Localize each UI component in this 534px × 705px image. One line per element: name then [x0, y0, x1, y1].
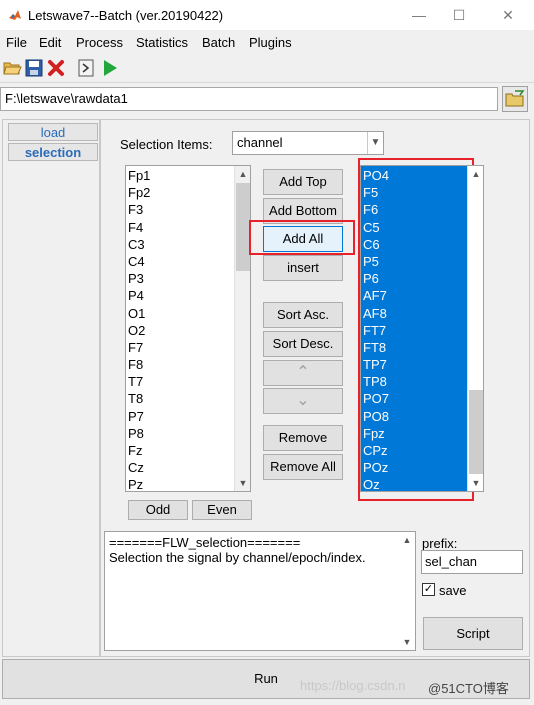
- list-item[interactable]: Fpz: [361, 424, 483, 442]
- move-up-button[interactable]: ⌃: [263, 360, 343, 386]
- available-list-scrollbar[interactable]: ▲ ▼: [234, 166, 250, 491]
- save-checkbox[interactable]: ✓: [422, 583, 435, 596]
- list-item[interactable]: P7: [126, 408, 250, 425]
- save-label: save: [439, 583, 467, 598]
- add-top-button[interactable]: Add Top: [263, 169, 343, 195]
- info-line-1: =======FLW_selection=======: [109, 535, 301, 550]
- list-item[interactable]: Cz: [126, 459, 250, 476]
- list-item[interactable]: P6: [361, 270, 483, 288]
- tab-load[interactable]: load: [8, 123, 98, 141]
- info-scrollbar[interactable]: ▲ ▼: [399, 532, 415, 650]
- watermark-url: https://blog.csdn.n: [300, 678, 406, 693]
- list-item[interactable]: PO8: [361, 407, 483, 425]
- insert-button[interactable]: insert: [263, 255, 343, 281]
- close-button[interactable]: ✕: [496, 4, 520, 26]
- move-down-button[interactable]: ⌄: [263, 388, 343, 414]
- list-item[interactable]: C4: [126, 253, 250, 270]
- list-item[interactable]: PO7: [361, 390, 483, 408]
- list-item[interactable]: FT8: [361, 338, 483, 357]
- list-item[interactable]: Fz: [126, 442, 250, 459]
- scroll-up-icon[interactable]: ▲: [399, 532, 415, 548]
- info-text-area[interactable]: =======FLW_selection======= Selection th…: [104, 531, 416, 651]
- matlab-app-icon: [9, 10, 21, 20]
- list-item[interactable]: T8: [126, 390, 250, 407]
- window-title: Letswave7--Batch (ver.20190422): [28, 8, 224, 23]
- list-item[interactable]: CPz: [361, 442, 483, 460]
- selection-items-value: channel: [237, 135, 283, 150]
- menu-edit[interactable]: Edit: [39, 35, 61, 50]
- scroll-down-icon[interactable]: ▼: [235, 475, 250, 491]
- menu-file[interactable]: File: [6, 35, 27, 50]
- script-icon[interactable]: [76, 58, 96, 78]
- list-item[interactable]: O2: [126, 322, 250, 339]
- scroll-down-icon[interactable]: ▼: [399, 634, 415, 650]
- odd-button[interactable]: Odd: [128, 500, 188, 520]
- list-item[interactable]: F5: [361, 184, 483, 202]
- menu-statistics[interactable]: Statistics: [136, 35, 188, 50]
- selected-channel-list[interactable]: PO4 F5 F6 C5 C6 P5 P6 AF7 AF8 FT7 FT8 TP7 TP8 PO7 PO8 F…: [360, 165, 484, 492]
- path-input[interactable]: F:\letswave\rawdata1: [0, 87, 498, 111]
- list-item[interactable]: Fp1: [126, 167, 250, 184]
- remove-all-button[interactable]: Remove All: [263, 454, 343, 480]
- browse-folder-button[interactable]: [502, 86, 528, 112]
- list-item[interactable]: C3: [126, 236, 250, 253]
- scroll-up-icon[interactable]: ▲: [468, 166, 483, 182]
- menu-batch[interactable]: Batch: [202, 35, 235, 50]
- list-item[interactable]: F3: [126, 201, 250, 218]
- selected-list-scrollbar[interactable]: ▲ ▼: [467, 166, 483, 491]
- even-button[interactable]: Even: [192, 500, 252, 520]
- available-channel-list[interactable]: Fp1 Fp2 F3 F4 C3 C4 P3 P4 O1 O2 F7 F8 T7 T8 P7 P8 Fz Cz Pz…: [125, 165, 251, 492]
- list-item[interactable]: AF7: [361, 287, 483, 305]
- scroll-down-icon[interactable]: ▼: [468, 475, 483, 491]
- list-item[interactable]: P4: [126, 287, 250, 304]
- add-all-button[interactable]: Add All: [263, 226, 343, 252]
- maximize-button[interactable]: ☐: [447, 4, 471, 26]
- list-item[interactable]: Oz: [361, 476, 483, 491]
- tab-selection[interactable]: selection: [8, 143, 98, 161]
- prefix-input[interactable]: sel_chan: [421, 550, 523, 574]
- script-button[interactable]: Script: [423, 617, 523, 650]
- menu-process[interactable]: Process: [76, 35, 123, 50]
- sort-desc-button[interactable]: Sort Desc.: [263, 331, 343, 357]
- list-item[interactable]: AF8: [361, 304, 483, 322]
- selection-items-label: Selection Items:: [120, 137, 213, 152]
- save-disk-icon[interactable]: [24, 58, 44, 78]
- list-item[interactable]: F4: [126, 219, 250, 236]
- list-item[interactable]: Pz: [126, 476, 250, 491]
- list-item[interactable]: PO4: [361, 167, 483, 185]
- scroll-up-icon[interactable]: ▲: [235, 166, 250, 182]
- list-item[interactable]: F7: [126, 339, 250, 356]
- list-item[interactable]: F6: [361, 201, 483, 219]
- open-folder-icon[interactable]: [2, 58, 22, 78]
- list-item[interactable]: P5: [361, 252, 483, 271]
- scroll-thumb[interactable]: [236, 183, 250, 271]
- prefix-label: prefix:: [422, 536, 458, 551]
- list-item[interactable]: P3: [126, 270, 250, 287]
- list-item[interactable]: P8: [126, 425, 250, 442]
- scroll-thumb[interactable]: [469, 390, 483, 474]
- chevron-down-icon: ▼: [367, 132, 383, 154]
- list-item[interactable]: F8: [126, 356, 250, 373]
- selection-items-select[interactable]: channel ▼: [232, 131, 384, 155]
- list-item[interactable]: C6: [361, 235, 483, 253]
- run-play-icon[interactable]: [100, 58, 120, 78]
- list-item[interactable]: C5: [361, 218, 483, 236]
- menu-plugins[interactable]: Plugins: [249, 35, 292, 50]
- list-item[interactable]: TP7: [361, 356, 483, 374]
- minimize-button[interactable]: —: [407, 4, 431, 26]
- list-item[interactable]: Fp2: [126, 184, 250, 201]
- info-line-2: Selection the signal by channel/epoch/in…: [109, 550, 366, 565]
- watermark-brand: @51CTO博客: [428, 681, 509, 696]
- toolbar-divider: [0, 82, 534, 83]
- remove-button[interactable]: Remove: [263, 425, 343, 451]
- list-item[interactable]: FT7: [361, 321, 483, 339]
- browse-folder-icon: [505, 90, 525, 107]
- delete-x-icon[interactable]: [46, 58, 66, 78]
- list-item[interactable]: TP8: [361, 373, 483, 391]
- side-panel: [2, 119, 100, 657]
- list-item[interactable]: POz: [361, 459, 483, 477]
- list-item[interactable]: T7: [126, 373, 250, 390]
- sort-asc-button[interactable]: Sort Asc.: [263, 302, 343, 328]
- list-item[interactable]: O1: [126, 305, 250, 322]
